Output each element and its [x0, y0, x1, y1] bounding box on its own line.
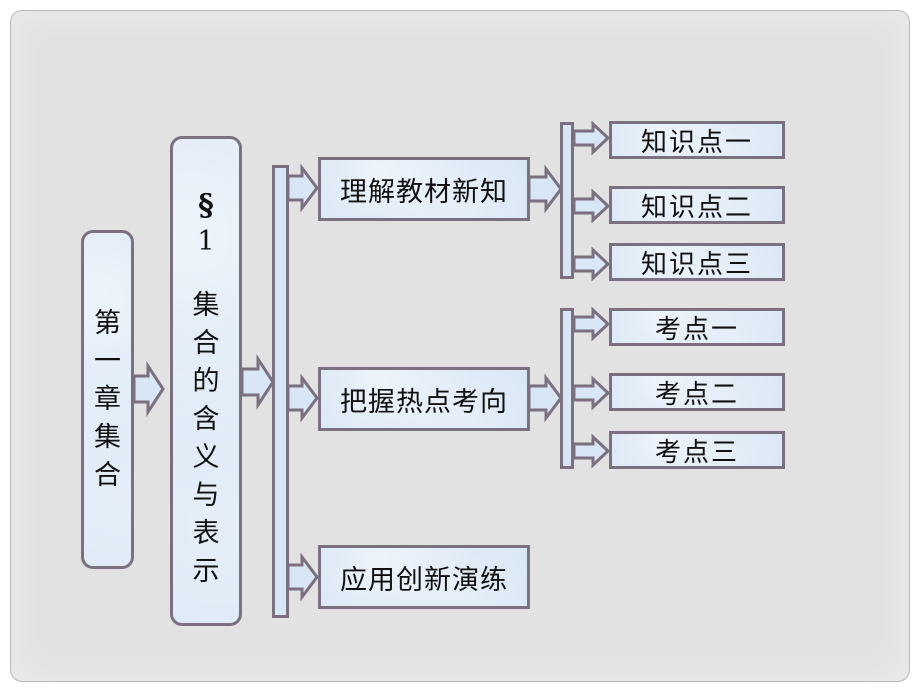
branch-label: 把握热点考向	[340, 386, 508, 418]
arrow-right-icon	[572, 120, 611, 156]
branch-box-hotspots: 把握热点考向	[318, 367, 530, 431]
leaf-label: 考点三	[654, 437, 739, 468]
arrow-right-icon	[527, 373, 563, 423]
section-title-char: 合	[192, 328, 220, 359]
branch-label: 应用创新演练	[340, 564, 508, 596]
arrow-right-icon	[286, 163, 319, 213]
section-title-char: 义	[192, 442, 220, 473]
section-symbol: §	[198, 188, 214, 223]
arrow-right-icon	[240, 353, 275, 411]
bracket-bar	[560, 308, 574, 469]
arrow-right-icon	[572, 375, 611, 411]
section-title-char: 表	[192, 518, 220, 549]
leaf-box-exam-2: 考点二	[609, 373, 785, 411]
leaf-box-knowledge-1: 知识点一	[609, 121, 785, 159]
leaf-label: 考点一	[654, 314, 739, 345]
section-title-char: 与	[192, 480, 220, 511]
leaf-label: 知识点三	[640, 249, 753, 280]
section-title-char: 含	[192, 404, 220, 435]
branch-box-practice: 应用创新演练	[318, 545, 530, 609]
arrow-right-icon	[132, 360, 165, 418]
chapter-char: 章	[94, 383, 121, 415]
chapter-char: 一	[94, 345, 121, 377]
leaf-box-knowledge-2: 知识点二	[609, 186, 785, 224]
arrow-right-icon	[286, 373, 319, 423]
branch-box-understand: 理解教材新知	[318, 157, 530, 221]
arrow-right-icon	[572, 433, 611, 469]
arrow-right-icon	[572, 246, 611, 282]
chapter-char: 集	[94, 421, 121, 453]
leaf-label: 知识点二	[640, 192, 753, 223]
bracket-bar	[560, 122, 574, 279]
arrow-right-icon	[572, 188, 611, 224]
chapter-box: 第 一 章 集 合	[81, 230, 134, 569]
section-title-char: 的	[192, 366, 220, 397]
chapter-char: 合	[94, 459, 121, 491]
section-title-char: 示	[192, 556, 220, 587]
arrow-right-icon	[572, 306, 611, 342]
branch-label: 理解教材新知	[340, 176, 508, 208]
arrow-right-icon	[286, 552, 319, 602]
section-number: 1	[197, 226, 215, 257]
section-box: § 1 集 合 的 含 义 与 表 示	[170, 136, 242, 626]
arrow-right-icon	[527, 164, 563, 214]
leaf-box-knowledge-3: 知识点三	[609, 243, 785, 281]
leaf-label: 考点二	[654, 379, 739, 410]
leaf-box-exam-3: 考点三	[609, 431, 785, 469]
leaf-box-exam-1: 考点一	[609, 308, 785, 346]
leaf-label: 知识点一	[640, 127, 753, 158]
section-title-char: 集	[192, 290, 220, 321]
chapter-char: 第	[94, 307, 121, 339]
